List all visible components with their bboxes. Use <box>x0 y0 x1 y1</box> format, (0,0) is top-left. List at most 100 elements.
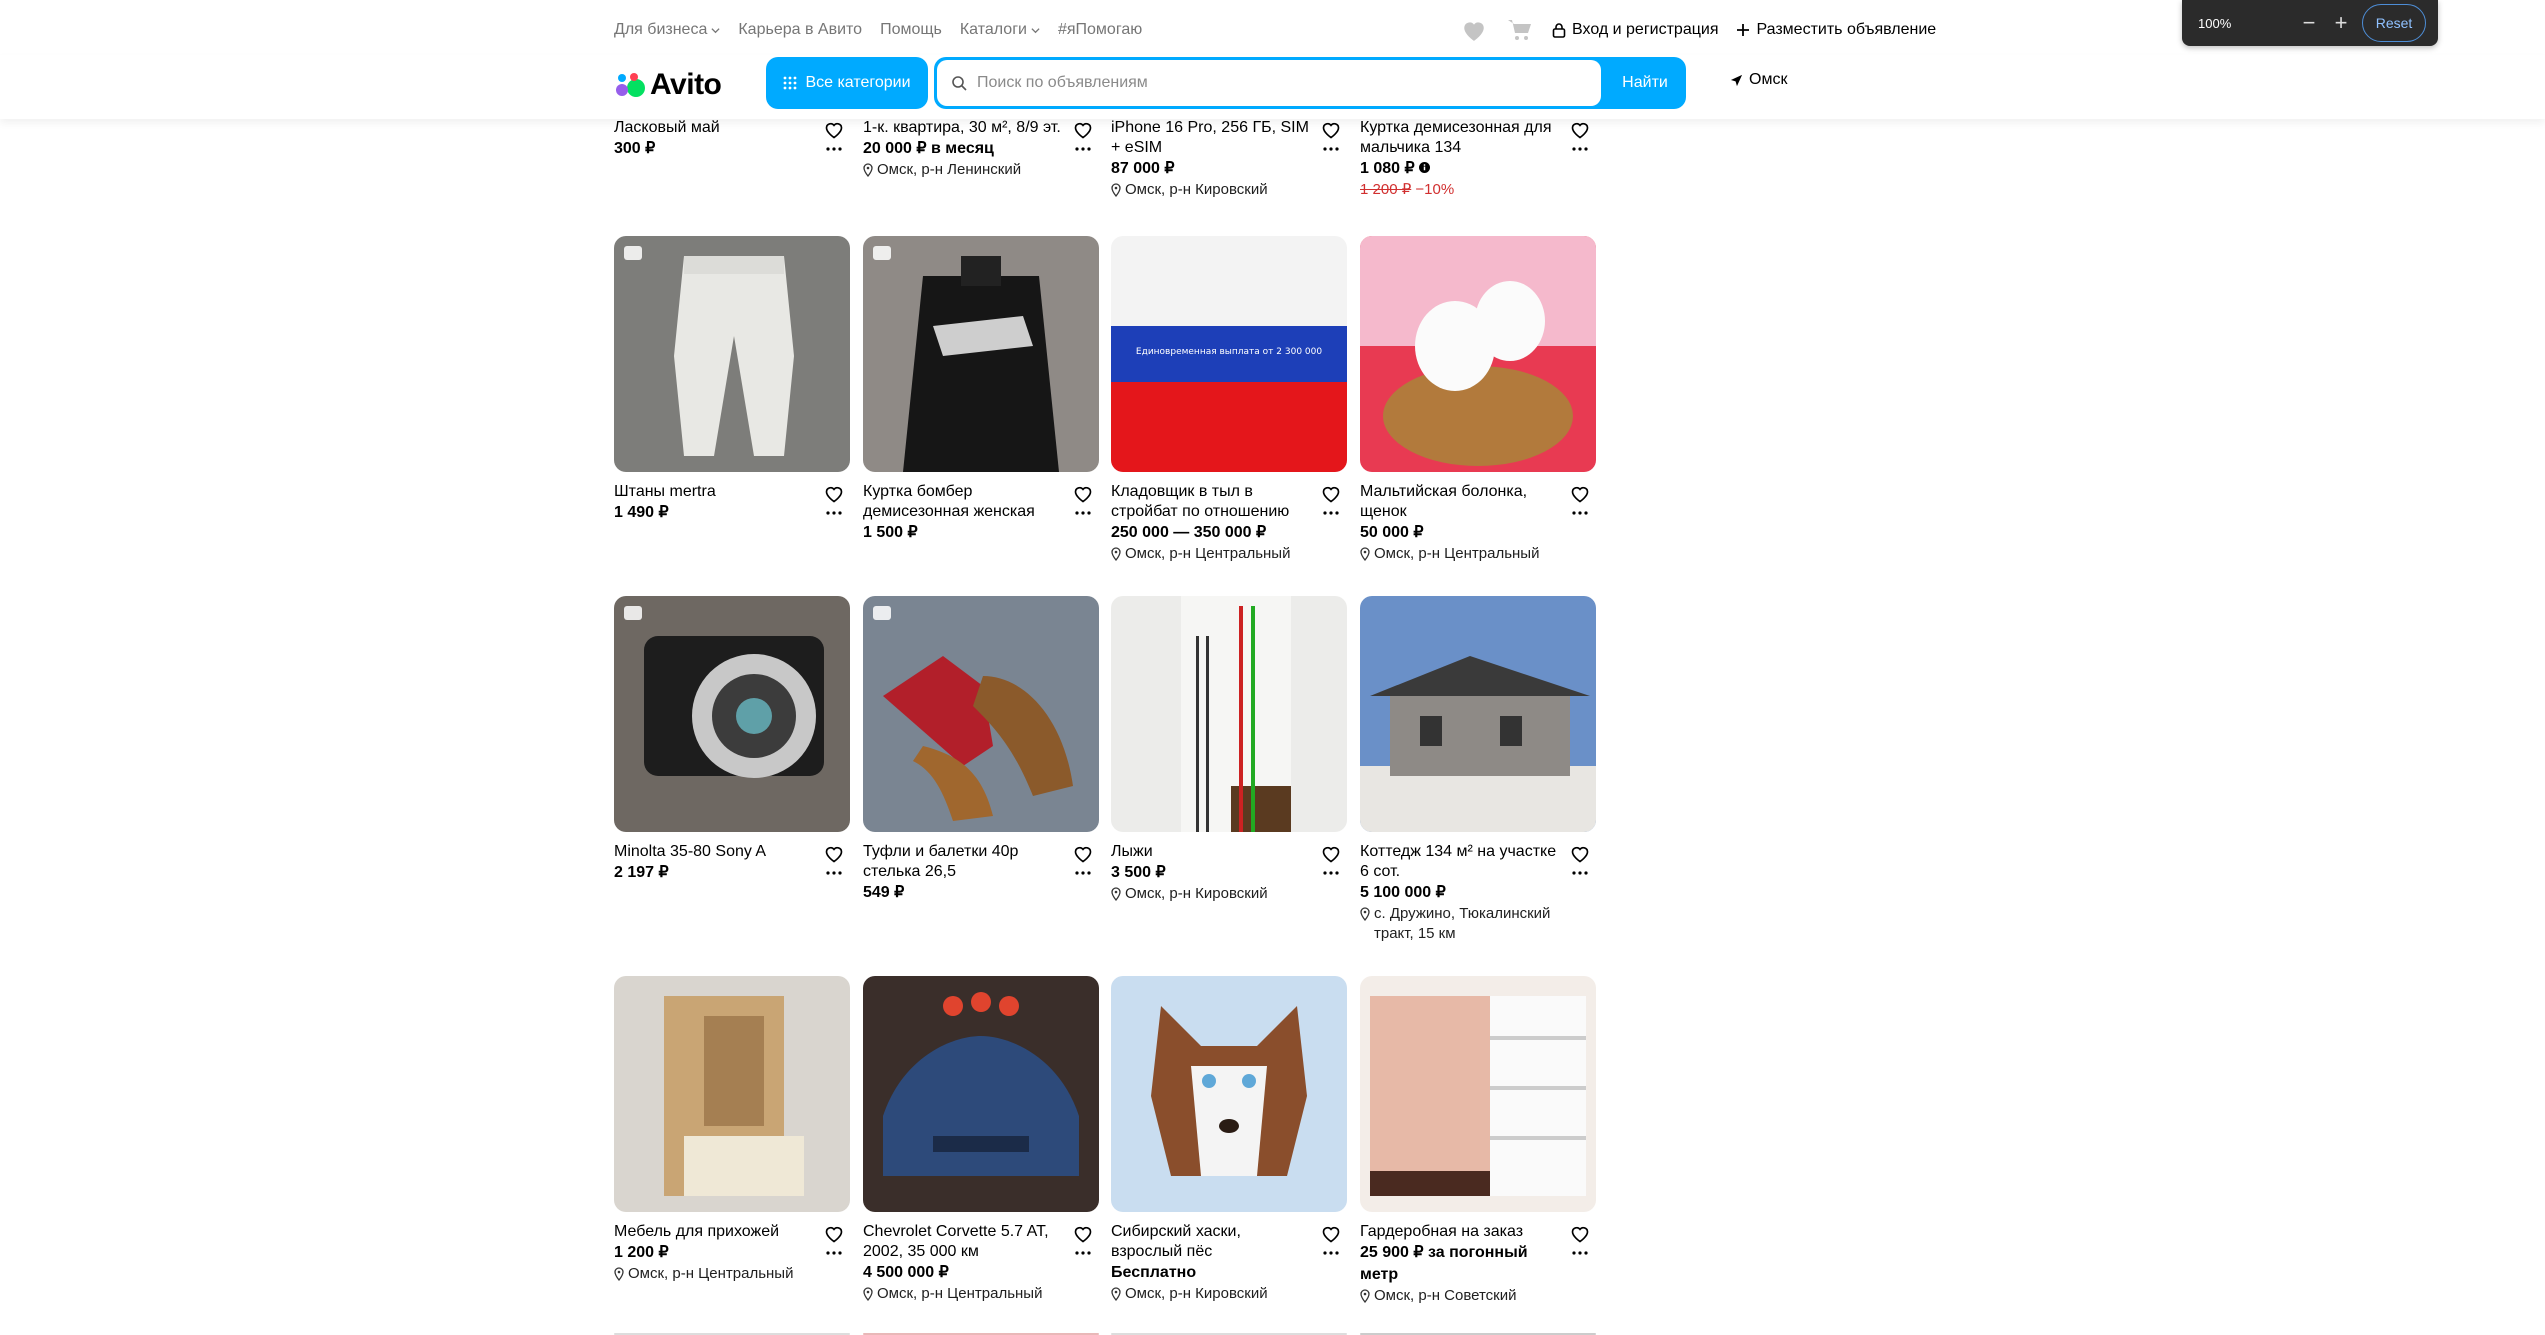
listing-title[interactable]: Лыжи <box>1111 842 1313 862</box>
heart-icon[interactable] <box>1321 484 1341 504</box>
listing-title[interactable]: Куртка демисезонная для мальчика 134 <box>1360 118 1562 158</box>
listing-image[interactable]: Единовременная выплата от 2 300 000 <box>1111 236 1347 472</box>
listing-card[interactable]: 1-к. квартира, 30 м², 8/9 эт. 20 000 ₽ в… <box>863 118 1099 180</box>
more-dots-icon[interactable] <box>1075 510 1091 516</box>
more-dots-icon[interactable] <box>1075 146 1091 152</box>
listing-card[interactable]: Ласковый май 300 ₽ <box>614 118 850 160</box>
more-dots-icon[interactable] <box>1075 870 1091 876</box>
top-right-actions: Вход и регистрация Разместить объявление <box>1460 14 1936 46</box>
heart-icon[interactable] <box>1073 484 1093 504</box>
more-dots-icon[interactable] <box>826 510 842 516</box>
listing-title[interactable]: iPhone 16 Pro, 256 ГБ, SIM + eSIM <box>1111 118 1313 158</box>
listing-image[interactable] <box>1360 236 1596 472</box>
cottage-photo <box>1360 596 1596 832</box>
heart-icon[interactable] <box>824 844 844 864</box>
heart-icon[interactable] <box>1321 120 1341 140</box>
listing-title[interactable]: 1-к. квартира, 30 м², 8/9 эт. <box>863 118 1065 138</box>
nav-for-business[interactable]: Для бизнеса <box>614 21 720 39</box>
heart-icon[interactable] <box>1570 844 1590 864</box>
listing-title[interactable]: Мальтийская болонка, щенок <box>1360 482 1562 522</box>
nav-career[interactable]: Карьера в Авито <box>738 21 862 39</box>
heart-icon[interactable] <box>824 120 844 140</box>
listing-title[interactable]: Кладовщик в тыл в стройбат по отношению <box>1111 482 1313 522</box>
listing-price: 1 500 ₽ <box>863 524 918 541</box>
heart-icon[interactable] <box>1073 1224 1093 1244</box>
listing-card[interactable]: Мебель для прихожей 1 200 ₽ Омск, р-н Це… <box>614 976 850 1284</box>
listing-card[interactable]: Штаны mertra 1 490 ₽ <box>614 236 850 524</box>
heart-icon[interactable] <box>1570 484 1590 504</box>
listing-title[interactable]: Туфли и балетки 40р стелька 26,5 <box>863 842 1065 882</box>
listing-card[interactable]: Куртка демисезонная для мальчика 134 1 0… <box>1360 118 1596 198</box>
more-dots-icon[interactable] <box>1323 510 1339 516</box>
more-dots-icon[interactable] <box>826 1250 842 1256</box>
listing-title[interactable]: Штаны mertra <box>614 482 816 502</box>
more-dots-icon[interactable] <box>826 146 842 152</box>
heart-icon[interactable] <box>1570 1224 1590 1244</box>
heart-icon[interactable] <box>1321 1224 1341 1244</box>
more-dots-icon[interactable] <box>1323 870 1339 876</box>
listing-title[interactable]: Chevrolet Corvette 5.7 AT, 2002, 35 000 … <box>863 1222 1065 1262</box>
listing-title[interactable]: Гардеробная на заказ <box>1360 1222 1562 1242</box>
listing-title[interactable]: Куртка бомбер демисезонная женская <box>863 482 1065 522</box>
all-categories-button[interactable]: Все категории <box>766 57 928 109</box>
nav-catalogs[interactable]: Каталоги <box>960 21 1040 39</box>
listing-card[interactable]: Сибирский хаски, взрослый пёс Бесплатно … <box>1111 976 1347 1304</box>
listing-card[interactable]: iPhone 16 Pro, 256 ГБ, SIM + eSIM 87 000… <box>1111 118 1347 200</box>
more-dots-icon[interactable] <box>826 870 842 876</box>
listing-card[interactable]: Лыжи 3 500 ₽ Омск, р-н Кировский <box>1111 596 1347 904</box>
favorites-button[interactable] <box>1460 16 1488 44</box>
listing-card[interactable]: Коттедж 134 м² на участке 6 сот. 5 100 0… <box>1360 596 1596 944</box>
listing-title[interactable]: Коттедж 134 м² на участке 6 сот. <box>1360 842 1562 882</box>
zoom-in-button[interactable]: + <box>2328 10 2354 36</box>
listing-image[interactable] <box>1111 976 1347 1212</box>
more-dots-icon[interactable] <box>1572 870 1588 876</box>
listing-image[interactable] <box>614 236 850 472</box>
location-pin-icon <box>614 1267 624 1281</box>
more-dots-icon[interactable] <box>1323 1250 1339 1256</box>
listing-title[interactable]: Мебель для прихожей <box>614 1222 816 1242</box>
listing-info: Штаны mertra 1 490 ₽ <box>614 482 850 524</box>
post-ad-link[interactable]: Разместить объявление <box>1736 21 1936 39</box>
heart-icon[interactable] <box>1073 120 1093 140</box>
heart-icon[interactable] <box>1570 120 1590 140</box>
listing-title[interactable]: Ласковый май <box>614 118 816 138</box>
heart-icon[interactable] <box>1073 844 1093 864</box>
more-dots-icon[interactable] <box>1572 146 1588 152</box>
listing-card[interactable]: Куртка бомбер демисезонная женская 1 500… <box>863 236 1099 544</box>
listing-image[interactable] <box>1360 976 1596 1212</box>
listing-image[interactable] <box>863 976 1099 1212</box>
login-link[interactable]: Вход и регистрация <box>1552 21 1718 39</box>
listing-image[interactable] <box>1360 596 1596 832</box>
city-selector[interactable]: Омск <box>1730 71 1787 89</box>
listing-card[interactable]: Гардеробная на заказ 25 900 ₽ за погонны… <box>1360 976 1596 1306</box>
listing-title[interactable]: Minolta 35-80 Sony A <box>614 842 816 862</box>
listing-image[interactable] <box>1111 596 1347 832</box>
more-dots-icon[interactable] <box>1323 146 1339 152</box>
search-input[interactable] <box>977 74 1601 92</box>
listing-card[interactable]: Minolta 35-80 Sony A 2 197 ₽ <box>614 596 850 884</box>
nav-help[interactable]: Помощь <box>880 21 942 39</box>
listing-card[interactable]: Мальтийская болонка, щенок 50 000 ₽ Омск… <box>1360 236 1596 564</box>
heart-icon[interactable] <box>824 484 844 504</box>
listing-image[interactable] <box>614 596 850 832</box>
search-button[interactable]: Найти <box>1604 57 1686 109</box>
more-dots-icon[interactable] <box>1075 1250 1091 1256</box>
zoom-out-button[interactable]: − <box>2296 10 2322 36</box>
zoom-reset-button[interactable]: Reset <box>2362 4 2426 42</box>
listing-card[interactable]: Chevrolet Corvette 5.7 AT, 2002, 35 000 … <box>863 976 1099 1304</box>
more-dots-icon[interactable] <box>1572 1250 1588 1256</box>
more-dots-icon[interactable] <box>1572 510 1588 516</box>
listing-image[interactable] <box>863 596 1099 832</box>
cart-button[interactable] <box>1506 16 1534 44</box>
location-arrow-icon <box>1730 74 1743 86</box>
nav-i-help[interactable]: #яПомогаю <box>1058 21 1142 39</box>
listing-card[interactable]: Туфли и балетки 40р стелька 26,5 549 ₽ <box>863 596 1099 904</box>
main-header: Avito Все категории Найти Омск <box>0 55 2545 119</box>
avito-logo[interactable]: Avito <box>614 65 722 105</box>
heart-icon[interactable] <box>1321 844 1341 864</box>
listing-title[interactable]: Сибирский хаски, взрослый пёс <box>1111 1222 1313 1262</box>
listing-card[interactable]: Единовременная выплата от 2 300 000 Клад… <box>1111 236 1347 564</box>
heart-icon[interactable] <box>824 1224 844 1244</box>
listing-image[interactable] <box>614 976 850 1212</box>
listing-image[interactable] <box>863 236 1099 472</box>
